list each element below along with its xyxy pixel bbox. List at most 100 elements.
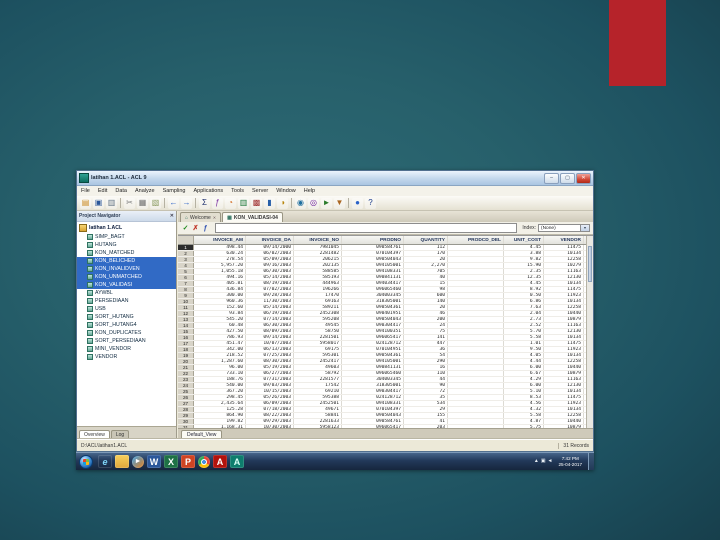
- tree-item-kon_unmatched[interactable]: KON_UNMATCHED: [77, 273, 176, 281]
- age-analysis-icon[interactable]: ◑: [277, 197, 288, 209]
- cell: 960.36: [194, 299, 246, 304]
- tree-item-vendor[interactable]: VENDOR: [77, 353, 176, 361]
- close-button[interactable]: ✕: [576, 172, 591, 184]
- column-header-invoice_am[interactable]: INVOICE_AM: [194, 236, 246, 244]
- web-icon[interactable]: ●: [352, 197, 363, 209]
- column-header-invoice_no[interactable]: INVOICE_NO: [294, 236, 342, 244]
- export-data-icon[interactable]: ▼: [334, 197, 345, 209]
- taskbar-chrome-icon[interactable]: [198, 455, 210, 468]
- column-header-prodcd_del[interactable]: PRODCD_DEL: [448, 236, 504, 244]
- navigator-close-icon[interactable]: ✕: [170, 213, 174, 219]
- tree-item-simp_bagt[interactable]: SIMP_BAGT: [77, 233, 176, 241]
- scrollbar-thumb[interactable]: [588, 246, 592, 282]
- sample-records-icon[interactable]: ◔: [225, 197, 236, 209]
- tree-item-sort_persediaan[interactable]: SORT_PERSEDIAAN: [77, 337, 176, 345]
- menu-applications[interactable]: Applications: [190, 188, 228, 194]
- menu-analyze[interactable]: Analyze: [131, 188, 159, 194]
- menu-data[interactable]: Data: [111, 188, 131, 194]
- menu-edit[interactable]: Edit: [94, 188, 111, 194]
- histogram-icon[interactable]: ▮: [264, 197, 275, 209]
- menu-sampling[interactable]: Sampling: [159, 188, 190, 194]
- tray-show-hidden-icon[interactable]: ▲: [534, 459, 539, 464]
- column-header-vendor[interactable]: VENDOR: [544, 236, 584, 244]
- help-icon[interactable]: ?: [365, 197, 376, 209]
- taskbar-clock[interactable]: 7:42 PM 25-04-2017: [556, 456, 586, 467]
- show-desktop-button[interactable]: [588, 453, 594, 470]
- tree-item-kon_beliched[interactable]: KON_BELICHED: [77, 257, 176, 265]
- tab-close-icon[interactable]: ✕: [213, 215, 216, 220]
- tree-item-kon_validasi[interactable]: KON_VALIDASI: [77, 281, 176, 289]
- tree-item-aywbl[interactable]: AYWBL: [77, 289, 176, 297]
- column-header-unit_cost[interactable]: UNIT_COST: [504, 236, 544, 244]
- minimize-button[interactable]: –: [544, 172, 559, 184]
- document-tab-welcome[interactable]: ⌂ Welcome ✕: [180, 212, 222, 222]
- taskbar-media-player-icon[interactable]: ►: [132, 455, 144, 468]
- cell: [448, 401, 504, 406]
- tree-item-hutang[interactable]: HUTANG: [77, 241, 176, 249]
- undo-icon[interactable]: ←: [168, 197, 179, 209]
- save-project-icon[interactable]: ▣: [93, 197, 104, 209]
- relate-tables-icon[interactable]: ◎: [308, 197, 319, 209]
- cut-icon[interactable]: ✂: [124, 197, 135, 209]
- cell: 094105001: [342, 263, 404, 268]
- open-project-icon[interactable]: ▤: [80, 197, 91, 209]
- taskbar-explorer-icon[interactable]: [115, 455, 129, 468]
- tree-item-kon_invalidven[interactable]: KON_INVALIDVEN: [77, 265, 176, 273]
- start-button[interactable]: [79, 454, 93, 469]
- tree-item-kon_matched[interactable]: KON_MATCHED: [77, 249, 176, 257]
- classify-icon[interactable]: ▩: [251, 197, 262, 209]
- join-tables-icon[interactable]: ◉: [295, 197, 306, 209]
- taskbar-acl-icon[interactable]: A: [230, 455, 244, 468]
- index-select[interactable]: (None) ▼: [538, 224, 590, 232]
- column-header-prodno[interactable]: PRODNO: [342, 236, 404, 244]
- redo-icon[interactable]: →: [181, 197, 192, 209]
- taskbar-ie-icon[interactable]: e: [98, 455, 112, 468]
- column-header-invoice_da[interactable]: INVOICE_DA: [246, 236, 294, 244]
- paste-icon[interactable]: ▧: [150, 197, 161, 209]
- row-number: 10: [178, 299, 194, 304]
- copy-icon[interactable]: ▦: [137, 197, 148, 209]
- print-icon[interactable]: ▥: [106, 197, 117, 209]
- column-header-quantity[interactable]: QUANTITY: [404, 236, 448, 244]
- tab-label: KON_VALIDASI-04: [233, 214, 278, 221]
- table-icon: [87, 298, 93, 304]
- taskbar-acrobat-icon[interactable]: A: [213, 455, 227, 468]
- nav-tab-overview[interactable]: Overview: [79, 430, 110, 439]
- total-fields-icon[interactable]: Σ: [199, 197, 210, 209]
- tray-volume-icon[interactable]: ◄: [548, 459, 553, 464]
- menu-file[interactable]: File: [77, 188, 94, 194]
- clear-filter-icon[interactable]: ✗: [191, 224, 200, 233]
- taskbar-word-icon[interactable]: W: [147, 455, 161, 468]
- menu-server[interactable]: Server: [248, 188, 272, 194]
- cell: [448, 371, 504, 376]
- cell: [448, 395, 504, 400]
- tree-item-sort_hutang[interactable]: SORT_HUTANG: [77, 313, 176, 321]
- expression-icon[interactable]: ƒ: [212, 197, 223, 209]
- tree-item-persediaan[interactable]: PERSEDIAAN: [77, 297, 176, 305]
- vertical-scrollbar[interactable]: [586, 236, 593, 428]
- filter-input[interactable]: [215, 223, 518, 233]
- extract-data-icon[interactable]: ►: [321, 197, 332, 209]
- tree-root-project[interactable]: latihan 1.ACL: [77, 223, 176, 233]
- tree-item-usb[interactable]: USB: [77, 305, 176, 313]
- tree-item-kon_duplicates[interactable]: KON_DUPLICATES: [77, 329, 176, 337]
- expression-builder-icon[interactable]: ƒ: [201, 224, 210, 233]
- view-tab-default[interactable]: Default_View: [181, 430, 223, 439]
- cell: 094034417: [342, 281, 404, 286]
- title-bar[interactable]: latihan 1.ACL - ACL 9 – ▢ ✕: [77, 171, 593, 186]
- document-tab-kon_validasi-04[interactable]: ▦ KON_VALIDASI-04: [222, 212, 283, 222]
- apply-filter-icon[interactable]: ✓: [181, 224, 190, 233]
- tray-network-icon[interactable]: ▣: [541, 459, 546, 464]
- tree-item-sort_hutang4[interactable]: SORT_HUTANG4: [77, 321, 176, 329]
- menu-help[interactable]: Help: [300, 188, 319, 194]
- grid-body: 1 498.44 09/14/2000 7981045 090584761 112 4.45…: [178, 245, 586, 428]
- taskbar-excel-icon[interactable]: X: [164, 455, 178, 468]
- maximize-button[interactable]: ▢: [560, 172, 575, 184]
- stratify-icon[interactable]: ▥: [238, 197, 249, 209]
- menu-tools[interactable]: Tools: [227, 188, 248, 194]
- cell: 540.00: [194, 383, 246, 388]
- taskbar-powerpoint-icon[interactable]: P: [181, 455, 195, 468]
- menu-window[interactable]: Window: [272, 188, 300, 194]
- nav-tab-log[interactable]: Log: [110, 430, 130, 439]
- tree-item-mini_vendor[interactable]: MINI_VENDOR: [77, 345, 176, 353]
